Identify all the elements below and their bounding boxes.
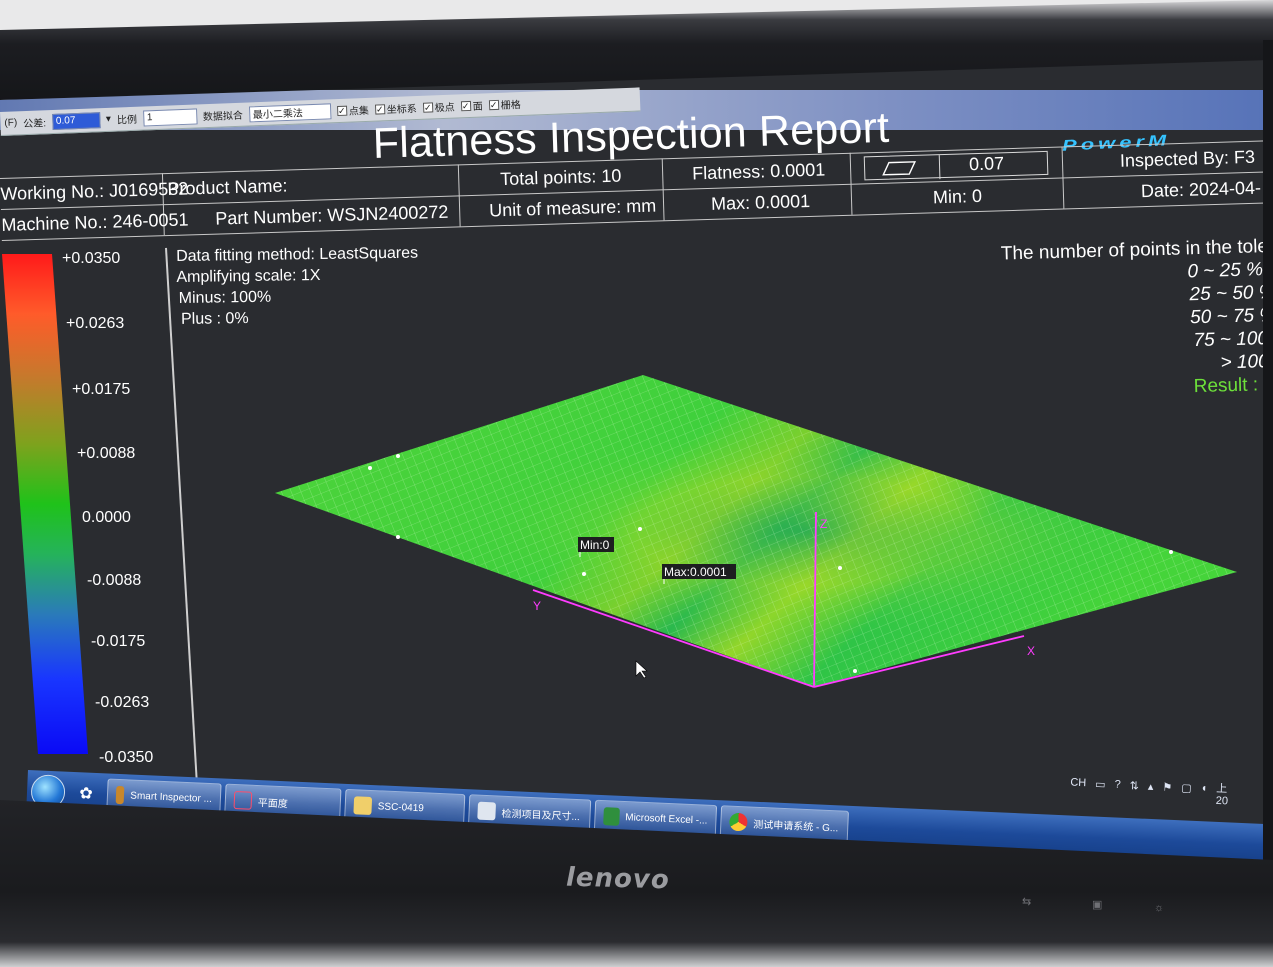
measured-point — [1169, 550, 1173, 554]
measured-point — [853, 669, 857, 673]
flatness-surface-plot[interactable]: Y X Z Min:0 Max:0.0001 — [0, 60, 1270, 860]
input-language[interactable]: CH — [1070, 777, 1086, 802]
mouse-cursor-icon — [635, 660, 648, 679]
measured-point — [638, 527, 642, 531]
document-icon — [477, 801, 497, 821]
measured-point — [396, 454, 400, 458]
excel-icon — [603, 807, 620, 826]
flatness-app-icon — [233, 791, 253, 810]
network-icon[interactable]: ⇅ — [1129, 779, 1139, 803]
folder-icon — [353, 796, 373, 816]
display-icon[interactable]: ▢ — [1180, 781, 1192, 805]
axis-label-x: X — [1027, 644, 1035, 658]
surface-mesh — [275, 375, 1237, 687]
input-source-button-icon[interactable]: ⇆ — [1022, 895, 1031, 908]
help-icon[interactable]: ? — [1114, 778, 1121, 802]
axis-label-z: Z — [820, 517, 827, 531]
menu-button-icon[interactable]: ▣ — [1092, 898, 1102, 911]
screen: (F) 公差: 0.07 ▾ 比例 1 数据拟合 最小二乘法 ✓ 点集 ✓ 坐标系 … — [0, 60, 1270, 860]
measured-point — [396, 535, 400, 539]
min-tag: Min:0 — [580, 538, 610, 552]
show-hidden-icon[interactable]: ▴ — [1147, 780, 1154, 804]
brightness-button-icon[interactable]: ☼ — [1154, 902, 1164, 914]
axis-label-y: Y — [533, 599, 541, 613]
measured-point — [838, 566, 842, 570]
measured-point — [582, 572, 586, 576]
folder-tray-icon[interactable]: ▭ — [1094, 778, 1106, 802]
flag-icon[interactable]: ⚑ — [1162, 781, 1173, 805]
max-tag: Max:0.0001 — [664, 565, 727, 579]
measured-point — [368, 466, 372, 470]
volume-icon[interactable]: ◖ — [1200, 782, 1207, 806]
monitor-bezel-right — [1263, 40, 1273, 940]
clock[interactable]: 上 20 — [1216, 783, 1229, 808]
smart-inspector-icon — [115, 785, 125, 805]
monitor-brand-logo: lenovo — [566, 862, 670, 896]
chrome-icon — [729, 812, 748, 832]
